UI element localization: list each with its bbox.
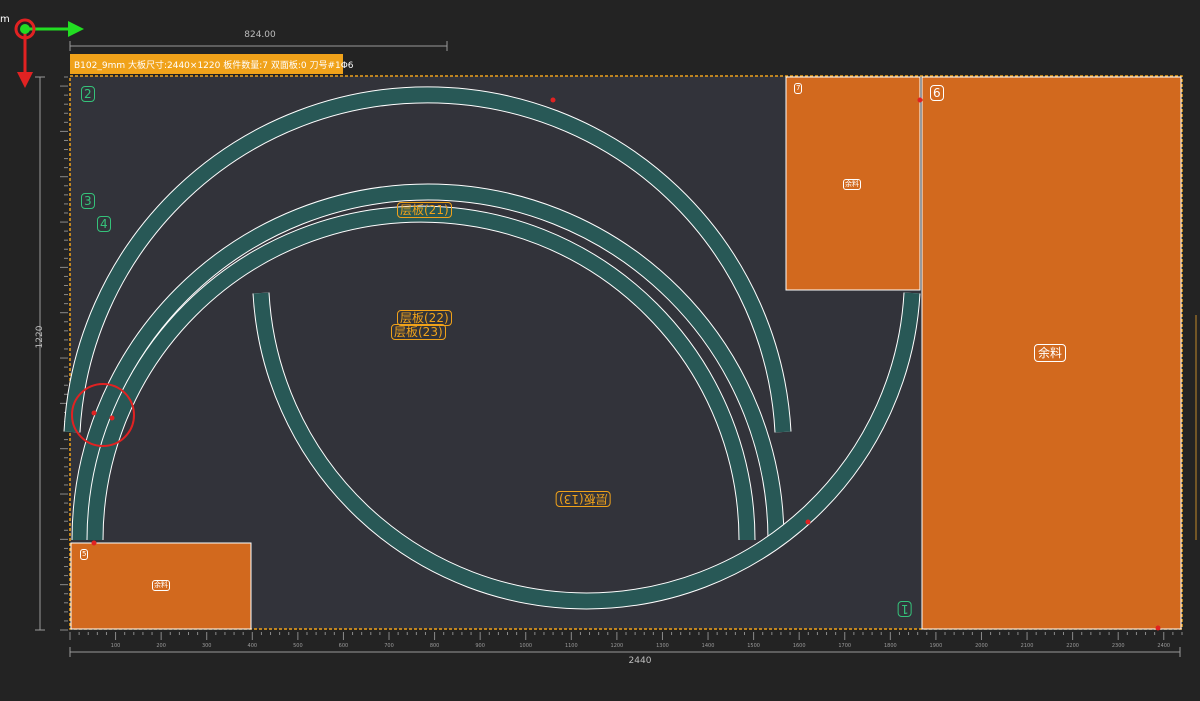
part-number-5: 5 [80, 549, 89, 560]
part-number-6: 6 [930, 85, 944, 101]
ruler-tick-label: 600 [339, 643, 349, 649]
ruler-tick-label: 700 [384, 643, 394, 649]
left-dimension-value: 1220 [35, 325, 45, 349]
part-number-2: 2 [81, 86, 95, 102]
waste-label-7: 余料 [843, 179, 861, 190]
ruler-tick-label: 400 [248, 643, 258, 649]
ruler-tick-label: 2000 [975, 643, 988, 649]
part-label-13[interactable]: 层板(13) [556, 491, 611, 507]
ruler-tick-label: 200 [156, 643, 166, 649]
ruler-tick-label: 1700 [838, 643, 851, 649]
ruler-tick-label: 1000 [519, 643, 532, 649]
ruler-tick-label: 1600 [793, 643, 806, 649]
ruler-tick-label: 1500 [747, 643, 760, 649]
part-label-21[interactable]: 层板(21) [397, 202, 452, 218]
part-number-1: 1 [898, 601, 912, 617]
ruler-tick-label: 2400 [1157, 643, 1170, 649]
cutting-layout-canvas[interactable]: 100 200 300 400 500 600 700 800 900 1000 1100 1200 1… [0, 0, 1200, 701]
origin-unit-label: m [0, 14, 10, 25]
ruler-tick-label: 1300 [656, 643, 669, 649]
ruler-tick-label: 900 [475, 643, 485, 649]
bottom-ruler: 100 200 300 400 500 600 700 800 900 1000 1100 1200 1… [69, 632, 1183, 649]
ruler-tick-label: 1200 [611, 643, 624, 649]
bottom-dimension-value: 2440 [628, 656, 652, 666]
top-dimension-value: 824.00 [244, 30, 276, 40]
ruler-tick-label: 100 [111, 643, 121, 649]
part-label-23[interactable]: 层板(23) [391, 324, 446, 340]
ruler-tick-label: 2200 [1066, 643, 1079, 649]
ruler-tick-label: 1100 [565, 643, 578, 649]
layout-svg[interactable]: 100 200 300 400 500 600 700 800 900 1000 1100 1200 1… [0, 0, 1200, 701]
ruler-tick-label: 500 [293, 643, 303, 649]
ruler-tick-label: 800 [430, 643, 440, 649]
top-dimension-line [69, 41, 448, 51]
left-dimension-line [35, 76, 45, 631]
waste-label-5: 余料 [152, 580, 170, 591]
ruler-tick-label: 1400 [702, 643, 715, 649]
part-number-3: 3 [81, 193, 95, 209]
ruler-tick-label: 2100 [1021, 643, 1034, 649]
waste-label-6: 余料 [1034, 344, 1067, 362]
left-ruler [60, 76, 68, 631]
part-number-7: 7 [794, 83, 803, 94]
part-number-4: 4 [97, 216, 111, 232]
ruler-tick-label: 1900 [930, 643, 943, 649]
sheet-info-text: B102_9mm 大板尺寸:2440×1220 板件数量:7 双面板:0 刀号#… [74, 61, 354, 71]
ruler-tick-label: 1800 [884, 643, 897, 649]
ruler-tick-label: 2300 [1112, 643, 1125, 649]
ruler-tick-label: 300 [202, 643, 212, 649]
